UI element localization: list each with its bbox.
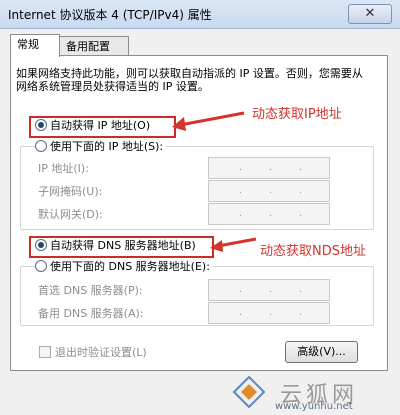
preferred-dns-label: 首选 DNS 服务器(P):	[38, 284, 143, 297]
alternate-dns-field[interactable]: ...	[208, 302, 330, 324]
validate-on-exit-checkbox[interactable]: 退出时验证设置(L)	[39, 344, 147, 360]
description-text: 如果网络支持此功能，则可以获取自动指派的 IP 设置。否则，您需要从网络系统管理…	[16, 67, 363, 93]
advanced-button[interactable]: 高级(V)...	[285, 341, 358, 363]
radio-icon	[35, 260, 47, 272]
annotation-arrow-dns	[210, 237, 257, 252]
tab-alternate-config[interactable]: 备用配置	[59, 36, 129, 57]
validate-on-exit-label: 退出时验证设置(L)	[55, 346, 147, 359]
watermark: 云狐网 www.yunhu.net	[228, 371, 398, 413]
radio-icon	[35, 140, 47, 152]
title-bar: Internet 协议版本 4 (TCP/IPv4) 属性 ✕	[0, 0, 400, 29]
manual-dns-label: 使用下面的 DNS 服务器地址(E):	[50, 260, 210, 273]
default-gateway-field[interactable]: ...	[208, 203, 330, 225]
radio-manual-dns[interactable]: 使用下面的 DNS 服务器地址(E):	[35, 260, 213, 274]
alternate-dns-label: 备用 DNS 服务器(A):	[38, 307, 144, 320]
annotation-ip: 动态获取IP地址	[252, 107, 342, 122]
watermark-url: www.yunhu.net	[275, 401, 353, 412]
radio-selected-icon	[35, 119, 47, 131]
radio-manual-ip[interactable]: 使用下面的 IP 地址(S):	[35, 140, 167, 154]
window-title: Internet 协议版本 4 (TCP/IPv4) 属性	[8, 8, 212, 22]
checkbox-icon	[39, 346, 51, 358]
annotation-arrow-ip	[172, 111, 245, 131]
close-icon: ✕	[364, 6, 376, 21]
radio-auto-dns[interactable]: 自动获得 DNS 服务器地址(B)	[35, 239, 196, 253]
tab-general[interactable]: 常规	[10, 34, 60, 57]
subnet-mask-field[interactable]: ...	[208, 180, 330, 202]
preferred-dns-field[interactable]: ...	[208, 279, 330, 301]
auto-ip-label: 自动获得 IP 地址(O)	[50, 119, 151, 132]
watermark-logo-icon	[232, 375, 266, 409]
annotation-dns: 动态获取NDS地址	[260, 244, 366, 259]
ip-address-label: IP 地址(I):	[38, 162, 89, 175]
manual-ip-label: 使用下面的 IP 地址(S):	[50, 140, 164, 153]
radio-selected-icon	[35, 239, 47, 251]
ip-address-field[interactable]: ...	[208, 157, 330, 179]
close-button[interactable]: ✕	[348, 4, 392, 24]
auto-dns-label: 自动获得 DNS 服务器地址(B)	[50, 239, 196, 252]
subnet-mask-label: 子网掩码(U):	[38, 185, 103, 198]
radio-auto-ip[interactable]: 自动获得 IP 地址(O)	[35, 119, 150, 133]
default-gateway-label: 默认网关(D):	[38, 208, 103, 221]
